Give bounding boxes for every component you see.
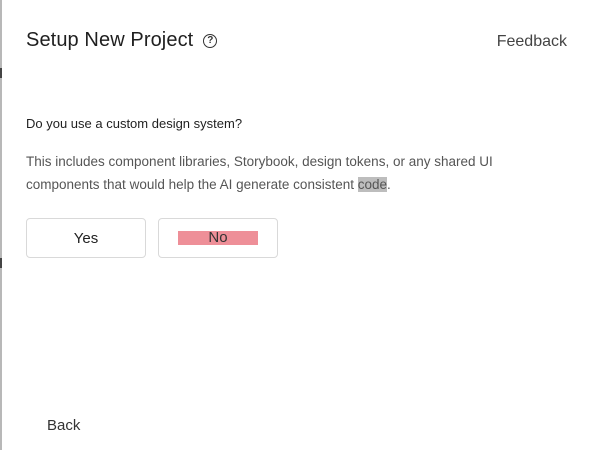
no-button[interactable]: No: [158, 218, 278, 258]
dialog-header: Setup New Project ?: [26, 29, 218, 52]
feedback-link[interactable]: Feedback: [497, 33, 567, 51]
question-circle-icon[interactable]: ?: [203, 33, 218, 48]
description-body: This includes component libraries, Story…: [26, 154, 493, 192]
edge-marker: [0, 68, 2, 78]
setup-dialog: Setup New Project ? Feedback Do you use …: [0, 0, 599, 450]
question-text: Do you use a custom design system?: [26, 116, 243, 131]
description-end: .: [387, 177, 391, 192]
edge-marker: [0, 258, 2, 268]
description-text: This includes component libraries, Story…: [26, 150, 566, 196]
yes-button-label: Yes: [73, 229, 99, 247]
no-button-label: No: [178, 230, 258, 245]
page-title: Setup New Project: [26, 29, 194, 51]
highlighted-word: code: [357, 177, 388, 192]
yes-button[interactable]: Yes: [26, 218, 146, 258]
back-button[interactable]: Back: [47, 417, 80, 434]
